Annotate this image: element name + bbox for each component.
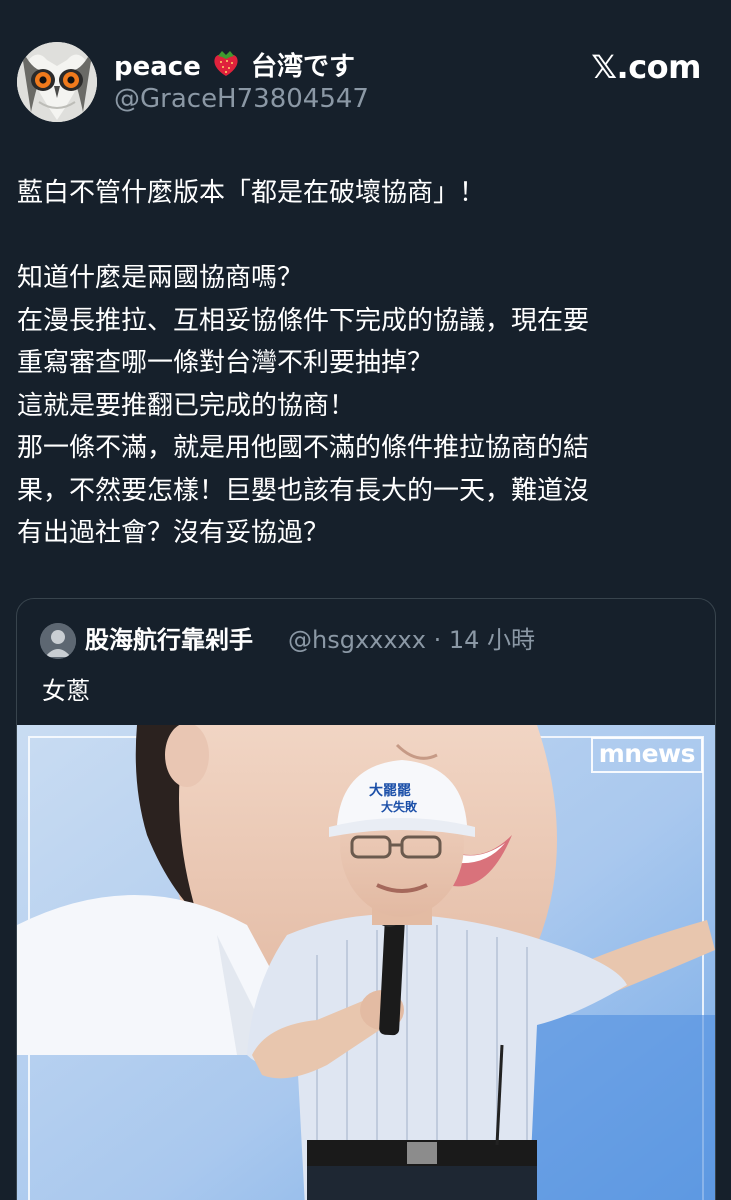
display-name[interactable]: peace 台湾です — [114, 48, 355, 87]
post-line: 這就是要推翻已完成的協商！ — [17, 390, 356, 421]
quoted-photo[interactable]: 大罷罷 大失敗 mnews — [17, 725, 715, 1200]
post-line: 在漫長推拉、互相妥協條件下完成的協議，現在要 — [17, 305, 590, 336]
quoted-text: 女蔥 — [42, 677, 90, 705]
post-line: 果，不然要怎樣！巨嬰也該有長大的一天，難道沒 — [17, 475, 590, 506]
owl-avatar[interactable] — [17, 42, 97, 122]
post-line: 有出過社會？沒有妥協過？ — [17, 518, 330, 548]
quoted-avatar[interactable] — [40, 623, 76, 659]
quoted-display-name[interactable]: 股海航行靠剁手 — [85, 624, 253, 656]
post-text: 藍白不管什麼版本「都是在破壞協商」！ 知道什麼是兩國協商嗎？ 在漫長推拉、互相妥… — [17, 172, 722, 555]
cap-text: 大罷罷 — [369, 782, 411, 799]
user-handle[interactable]: @GraceH73804547 — [114, 84, 369, 114]
quoted-post[interactable]: 股海航行靠剁手 @hsgxxxxx · 14 小時 女蔥 大罷罷 大失敗 mne… — [16, 598, 716, 1200]
post-line-blank — [17, 215, 722, 258]
mnews-watermark: mnews — [590, 737, 703, 773]
cap-text: 大失敗 — [381, 799, 418, 814]
display-name-suffix: 台湾です — [250, 52, 355, 82]
quoted-meta: @hsgxxxxx · 14 小時 — [288, 626, 536, 654]
post-line: 知道什麼是兩國協商嗎？ — [17, 263, 304, 293]
post-line: 藍白不管什麼版本「都是在破壞協商」！ — [17, 178, 486, 208]
post-line: 那一條不滿，就是用他國不滿的條件推拉協商的結 — [17, 433, 590, 463]
x-logo-label: 𝕏.com — [591, 48, 701, 86]
post-card: peace 台湾です @GraceH73804547 𝕏.com 藍白不管什麼版… — [0, 0, 731, 1200]
strawberry-icon — [212, 48, 240, 87]
display-name-text: peace — [114, 52, 201, 82]
post-line: 重寫審查哪一條對台灣不利要抽掉？ — [17, 348, 434, 378]
rally-photo: 大罷罷 大失敗 — [17, 725, 715, 1200]
